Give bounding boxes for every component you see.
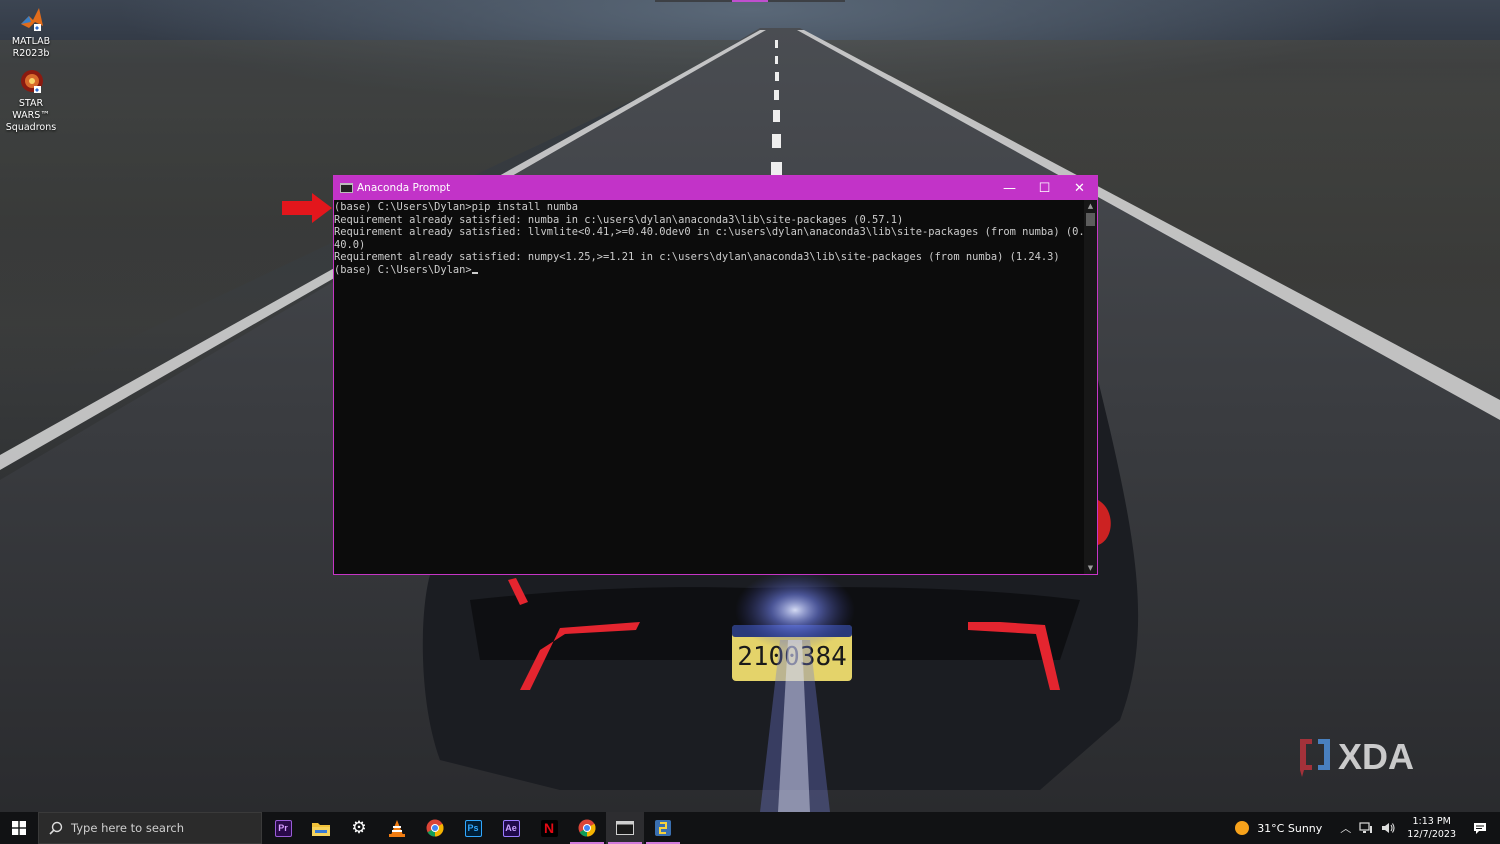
premiere-pro-icon: Pr [274,819,292,837]
weather-text: 31°C Sunny [1257,821,1323,835]
window-title: Anaconda Prompt [357,182,451,194]
after-effects-icon: Ae [502,819,520,837]
terminal-line: Requirement already satisfied: llvmlite<… [334,226,1084,238]
desktop-icon-star-wars-squadrons[interactable]: STAR WARS™ Squadrons [0,68,62,134]
desktop-icon-label-line2: Squadrons [5,122,57,133]
start-button[interactable] [0,812,38,844]
netflix-icon: N [540,819,558,837]
network-icon[interactable] [1359,822,1373,834]
xda-watermark-logo: XDA [1300,736,1414,777]
notification-center-button[interactable] [1466,822,1494,835]
weather-widget[interactable]: 31°C Sunny [1235,821,1322,835]
anaconda-prompt-window[interactable]: Anaconda Prompt — ☐ ✕ (base) C:\Users\Dy… [333,175,1098,575]
maximize-button[interactable]: ☐ [1027,176,1062,200]
minimize-button[interactable]: — [992,176,1027,200]
scroll-thumb[interactable] [1086,213,1095,226]
taskbar-chrome-2[interactable] [568,812,606,844]
search-icon [49,821,63,835]
terminal-line: (base) C:\Users\Dylan>pip install numba [334,201,578,213]
taskbar-after-effects[interactable]: Ae [492,812,530,844]
top-edge-indicator [655,0,845,2]
clock-date: 12/7/2023 [1407,829,1456,840]
taskbar-settings[interactable]: ⚙ [340,812,378,844]
taskbar-photoshop[interactable]: Ps [454,812,492,844]
taskbar-chrome[interactable] [416,812,454,844]
red-arrow-annotation-icon [282,193,332,223]
scroll-up-arrow-icon[interactable]: ▲ [1084,200,1097,212]
taskbar: Type here to search Pr ⚙ Ps Ae N 31°C Su… [0,812,1500,844]
taskbar-apps: Pr ⚙ Ps Ae N [264,812,682,844]
xda-watermark-text: XDA [1338,736,1414,777]
desktop-icon-label-line1: STAR WARS™ [12,98,50,121]
terminal-line: Requirement already satisfied: numba in … [334,213,904,226]
matlab-icon [21,8,43,31]
sun-icon [1235,821,1250,835]
taskbar-netflix[interactable]: N [530,812,568,844]
chrome-icon [578,819,596,837]
windows-logo-icon [12,821,26,835]
vlc-cone-icon [389,820,405,837]
window-titlebar[interactable]: Anaconda Prompt — ☐ ✕ [334,176,1097,200]
photoshop-icon: Ps [464,819,482,837]
text-cursor [471,271,478,274]
terminal-output[interactable]: (base) C:\Users\Dylan>pip install numba R… [334,200,1084,574]
taskbar-python[interactable] [644,812,682,844]
speaker-icon[interactable] [1381,822,1395,834]
desktop-icon-label-line1: MATLAB [11,36,51,47]
gear-icon: ⚙ [351,818,367,838]
taskbar-clock[interactable]: 1:13 PM 12/7/2023 [1407,815,1456,841]
chrome-icon [426,819,444,837]
taskbar-vlc[interactable] [378,812,416,844]
terminal-prompt: (base) C:\Users\Dylan> [334,263,472,276]
terminal-prompt-line[interactable]: (base) C:\Users\Dylan> [334,264,1084,277]
terminal-line: Requirement already satisfied: numpy<1.2… [334,251,1060,263]
star-wars-squadrons-icon [21,70,43,93]
python-icon [655,820,671,836]
folder-icon [312,822,330,836]
vertical-scrollbar[interactable]: ▲ ▼ [1084,200,1097,574]
scroll-down-arrow-icon[interactable]: ▼ [1084,562,1097,574]
terminal-icon [616,821,634,835]
close-button[interactable]: ✕ [1062,176,1097,200]
taskbar-anaconda-prompt[interactable] [606,812,644,844]
terminal-line: 40.0) [334,238,366,251]
taskbar-file-explorer[interactable] [302,812,340,844]
taskbar-premiere-pro[interactable]: Pr [264,812,302,844]
search-placeholder: Type here to search [71,821,185,835]
system-tray: 31°C Sunny ︿ 1:13 PM 12/7/2023 [1235,812,1500,844]
taskbar-search-box[interactable]: Type here to search [38,812,262,844]
notification-icon [1474,822,1486,834]
clock-time: 1:13 PM [1412,816,1451,827]
desktop-icon-label-line2: R2023b [12,48,50,59]
chevron-up-icon[interactable]: ︿ [1340,820,1351,836]
console-app-icon [340,183,353,193]
desktop-icon-matlab[interactable]: MATLAB R2023b [0,6,62,60]
